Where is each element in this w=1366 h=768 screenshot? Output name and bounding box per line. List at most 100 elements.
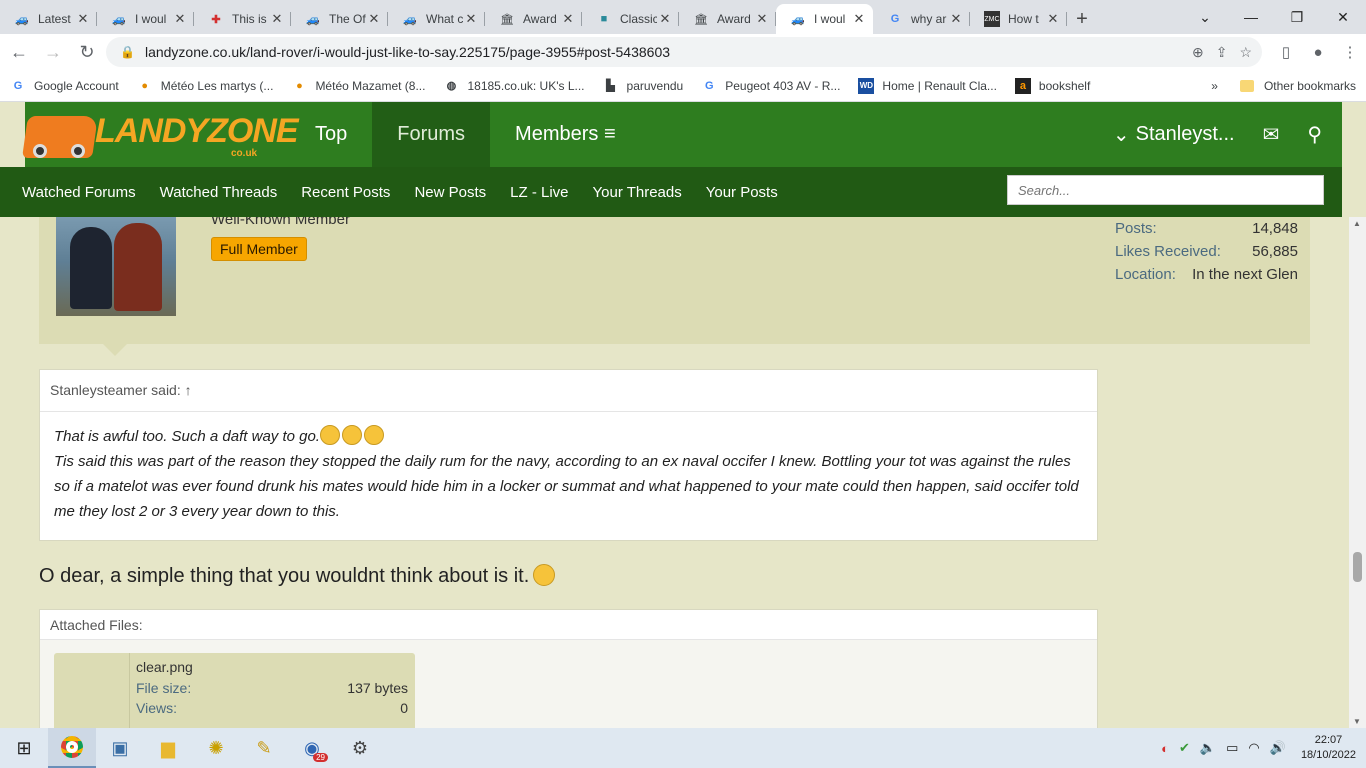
quote-text: That is awful too. Such a daft way to go…	[40, 412, 1097, 536]
bookmark-item[interactable]: WD Home | Renault Cla...	[858, 77, 997, 94]
browser-tab[interactable]: ✚ This is ✕	[194, 4, 291, 34]
avatar[interactable]	[56, 217, 176, 316]
stat-row: Posts: 14,848	[1115, 220, 1298, 237]
close-icon[interactable]: ✕	[172, 11, 188, 27]
browser-tab[interactable]: 🏛 Award ✕	[485, 4, 582, 34]
subnav-lz-live[interactable]: LZ - Live	[498, 184, 580, 201]
scroll-up-icon[interactable]: ▲	[1353, 219, 1361, 228]
attached-files-header: Attached Files:	[40, 610, 1097, 640]
profile-icon[interactable]: ●	[1302, 44, 1334, 61]
scrollbar-thumb[interactable]	[1353, 552, 1362, 582]
back-icon[interactable]: ←	[4, 37, 34, 67]
app-pen-icon[interactable]: ✎	[240, 728, 288, 768]
subnav-watched-threads[interactable]: Watched Threads	[148, 184, 290, 201]
system-clock[interactable]: 22:07 18/10/2022	[1301, 733, 1356, 763]
close-icon[interactable]: ✕	[851, 11, 867, 27]
browser-tab[interactable]: 🚙 What c ✕	[388, 4, 485, 34]
nav-members[interactable]: Members ≡	[490, 102, 641, 167]
close-icon[interactable]: ✕	[1045, 11, 1061, 27]
tray-security-icon[interactable]: ✔	[1179, 740, 1190, 756]
browser-tab[interactable]: 🚙 Latest ✕	[0, 4, 97, 34]
window-controls: ⌄ — ❐ ✕	[1182, 0, 1366, 34]
more-bookmarks-icon[interactable]: »	[1211, 79, 1218, 93]
bookmark-star-icon[interactable]: ☆	[1239, 44, 1252, 61]
bookmark-item[interactable]: G Google Account	[10, 78, 119, 94]
mail-app-icon[interactable]: ◉ 29	[288, 728, 336, 768]
close-window-icon[interactable]: ✕	[1320, 0, 1366, 34]
site-header: LANDYZONE co.uk Top Forums Members ≡ ⌄ St…	[0, 102, 1366, 217]
browser-tab[interactable]: 🚙 The Of ✕	[291, 4, 388, 34]
other-bookmarks[interactable]: Other bookmarks	[1264, 79, 1356, 93]
subnav-new-posts[interactable]: New Posts	[402, 184, 498, 201]
close-icon[interactable]: ✕	[560, 11, 576, 27]
reload-icon[interactable]: ↻	[72, 37, 102, 67]
subnav-watched-forums[interactable]: Watched Forums	[10, 184, 148, 201]
attachment-thumbnail[interactable]	[54, 653, 130, 728]
landyzone-logo[interactable]: LANDYZONE co.uk	[22, 108, 299, 163]
nav-top[interactable]: Top	[290, 102, 372, 167]
close-icon[interactable]: ✕	[269, 11, 285, 27]
user-bar: ⌄ Stanleyst... ✉ ⚲	[1085, 102, 1322, 167]
share-icon[interactable]: ⇪	[1216, 44, 1228, 61]
browser-tab-active[interactable]: 🚙 I woul ✕	[776, 4, 873, 34]
main-nav: Top Forums Members ≡	[290, 102, 641, 167]
subnav-your-posts[interactable]: Your Posts	[694, 184, 790, 201]
file-explorer-icon[interactable]: ▆	[144, 728, 192, 768]
restore-icon[interactable]: ❐	[1274, 0, 1320, 34]
minimize-icon[interactable]: —	[1228, 0, 1274, 34]
google-icon: G	[704, 79, 714, 92]
close-icon[interactable]: ✕	[75, 11, 91, 27]
nav-forums[interactable]: Forums	[372, 102, 491, 167]
tray-app-icon[interactable]: ◐	[1161, 741, 1169, 756]
search-input[interactable]	[1007, 175, 1324, 205]
bookmark-item[interactable]: ▙ paruvendu	[603, 78, 683, 94]
location-pin-icon[interactable]: ⚲	[1307, 122, 1322, 147]
close-icon[interactable]: ✕	[948, 11, 964, 27]
subnav-your-threads[interactable]: Your Threads	[581, 184, 694, 201]
page-scrollbar[interactable]: ▲ ▼	[1349, 217, 1366, 728]
new-tab-button[interactable]: +	[1067, 4, 1097, 34]
browser-tab[interactable]: 🚙 I woul ✕	[97, 4, 194, 34]
lock-icon[interactable]: 🔒	[120, 45, 135, 59]
bookmark-item[interactable]: G Peugeot 403 AV - R...	[701, 78, 840, 94]
top-navigation: LANDYZONE co.uk Top Forums Members ≡ ⌄ St…	[22, 102, 1342, 167]
browser-tab[interactable]: 🏛 Award ✕	[679, 4, 776, 34]
speaker-icon[interactable]: 🔊	[1270, 740, 1286, 756]
bank-icon: 🏛	[694, 13, 708, 26]
battery-icon[interactable]: ▭	[1226, 740, 1238, 756]
account-menu[interactable]: ⌄ Stanleyst...	[1113, 122, 1235, 147]
inbox-icon[interactable]: ✉	[1263, 122, 1280, 147]
bookmark-item[interactable]: ◍ 18185.co.uk: UK's L...	[443, 78, 585, 94]
windows-start-icon[interactable]: ⊞	[0, 728, 48, 768]
control-panel-icon[interactable]: ▣	[96, 728, 144, 768]
google-icon: G	[13, 79, 23, 92]
subnav-recent-posts[interactable]: Recent Posts	[289, 184, 402, 201]
zoom-icon[interactable]: ⊕	[1192, 44, 1204, 61]
browser-tab[interactable]: ZMC How t ✕	[970, 4, 1067, 34]
close-icon[interactable]: ✕	[366, 11, 382, 27]
bookmark-item[interactable]: a bookshelf	[1014, 77, 1090, 94]
close-icon[interactable]: ✕	[657, 11, 673, 27]
bookmark-item[interactable]: ● Météo Les martys (...	[137, 78, 273, 94]
browser-tab[interactable]: Gwhy ar ✕	[873, 4, 970, 34]
forward-icon[interactable]: →	[38, 37, 68, 67]
bookmark-item[interactable]: ● Météo Mazamet (8...	[291, 78, 425, 94]
browser-toolbar: ← → ↻ 🔒 landyzone.co.uk/land-rover/i-wou…	[0, 34, 1366, 70]
browser-tab[interactable]: ■ Classic ✕	[582, 4, 679, 34]
wifi-icon[interactable]: ◠	[1248, 740, 1259, 756]
menu-icon[interactable]: ⋮	[1334, 43, 1366, 61]
wd-icon: WD	[858, 77, 875, 94]
tab-search-icon[interactable]: ⌄	[1182, 0, 1228, 34]
attachment-card[interactable]: clear.png File size: 137 bytes Views: 0	[54, 653, 415, 728]
address-bar[interactable]: 🔒 landyzone.co.uk/land-rover/i-would-jus…	[106, 37, 1262, 67]
settings-gear-icon[interactable]: ⚙	[336, 728, 384, 768]
volume-tray-icon[interactable]: 🔈	[1200, 740, 1216, 756]
quote-author[interactable]: Stanleysteamer said: ↑	[40, 370, 1097, 412]
chrome-icon[interactable]	[48, 728, 96, 768]
app-sun-icon[interactable]: ✺	[192, 728, 240, 768]
side-panel-icon[interactable]: ▯	[1270, 43, 1302, 61]
scroll-down-icon[interactable]: ▼	[1353, 717, 1361, 726]
attachment-filename[interactable]: clear.png	[136, 659, 408, 680]
close-icon[interactable]: ✕	[463, 11, 479, 27]
close-icon[interactable]: ✕	[754, 11, 770, 27]
